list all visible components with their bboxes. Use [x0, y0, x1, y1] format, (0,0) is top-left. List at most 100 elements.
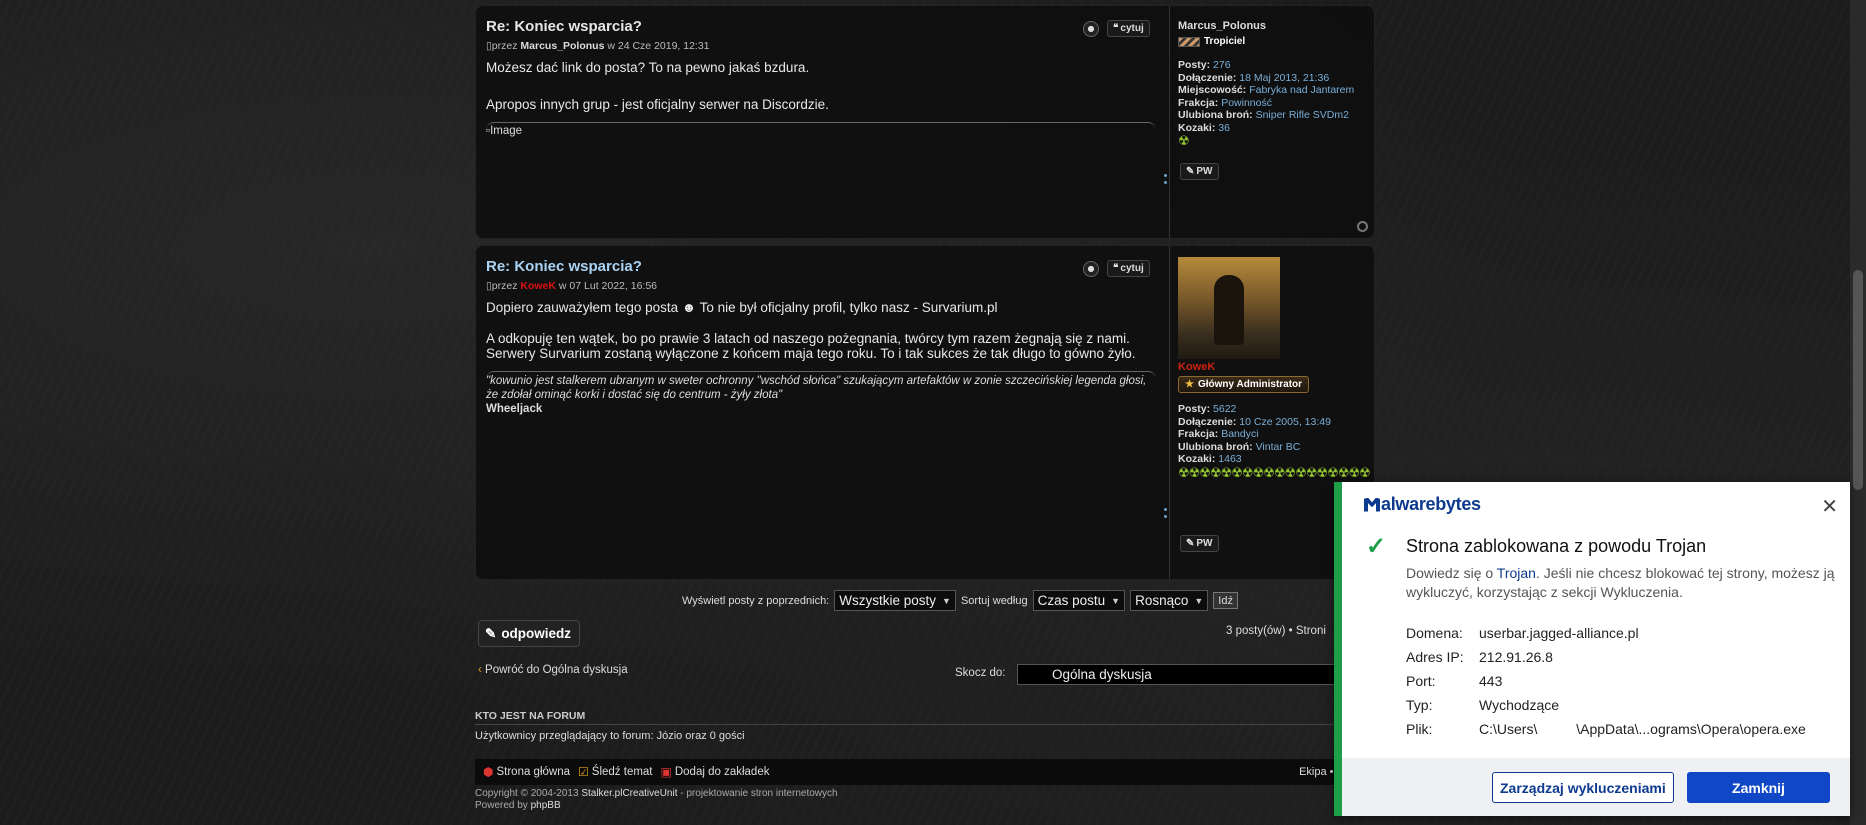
pw-button[interactable]: ✎ PW	[1180, 163, 1219, 180]
detail-value: C:\Users\ \AppData\...ograms\Opera\opera…	[1479, 721, 1806, 737]
rank-bar-icon	[1178, 36, 1200, 47]
reply-button[interactable]: ✎ odpowiedz	[478, 620, 581, 647]
quote-button[interactable]: ❝ cytuj	[1107, 20, 1150, 37]
profile-stats: Posty: 5622 Dołączenie: 10 Cze 2005, 13:…	[1178, 403, 1371, 480]
detail-key: Domena:	[1406, 625, 1463, 641]
back-label: Powróć do Ogólna dyskusja	[485, 664, 628, 676]
back-to-forum-link[interactable]: ‹ Powróć do Ogólna dyskusja	[478, 664, 628, 676]
detail-key: Port:	[1406, 673, 1436, 689]
rank-label: Tropiciel	[1204, 36, 1246, 47]
post-author-line: ▯przez Marcus_Polonus w 24 Cze 2019, 12:…	[486, 40, 1156, 52]
detail-row: Adres IP: 212.91.26.8	[1406, 645, 1806, 669]
footer-follow-link[interactable]: ☑ Śledź temat	[578, 765, 653, 779]
post-1: Re: Koniec wsparcia? ▯przez Marcus_Polon…	[475, 5, 1375, 239]
chevron-down-icon: ▼	[1111, 595, 1121, 606]
signature: "kowunio jest stalkerem ubranym w sweter…	[486, 374, 1156, 416]
post-paragraph: A odkopuję ten wątek, bo po prawie 3 lat…	[486, 331, 1136, 361]
pw-button[interactable]: ✎ PW	[1180, 535, 1219, 552]
stat-label: Frakcja:	[1178, 428, 1219, 440]
post-text: Dopiero zauważyłem tego posta	[486, 300, 679, 315]
trojan-link[interactable]: Trojan	[1497, 565, 1536, 581]
stat-location: Fabryka nad Jantarem	[1249, 84, 1355, 96]
dismiss-button[interactable]: Zamknij	[1687, 772, 1830, 803]
stat-label: Kozaki:	[1178, 121, 1216, 134]
detail-row: Domena: userbar.jagged-alliance.pl	[1406, 621, 1806, 645]
sort-by-label: Sortuj według	[960, 594, 1028, 607]
jump-to-select[interactable]: Ogólna dyskusja	[1017, 664, 1357, 685]
author-name[interactable]: KoweK	[520, 280, 556, 292]
stat-posts[interactable]: 5622	[1213, 403, 1236, 415]
footer-bookmark-link[interactable]: ▣ Dodaj do zakładek	[661, 765, 770, 779]
star-icon: ★	[1185, 379, 1194, 390]
profile-stats: Posty: 276 Dołączenie: 18 Maj 2013, 21:3…	[1178, 59, 1369, 147]
pencil-icon: ✎	[485, 625, 497, 641]
stat-label: Kozaki:	[1178, 453, 1216, 465]
stat-posts[interactable]: 276	[1213, 59, 1231, 71]
author-name[interactable]: Marcus_Polonus	[520, 40, 604, 52]
profile-username[interactable]: Marcus_Polonus	[1178, 20, 1369, 32]
notification-title: Strona zablokowana z powodu Trojan	[1406, 536, 1707, 556]
detail-value: 212.91.26.8	[1479, 649, 1553, 665]
bookmark-icon: ▣	[660, 765, 672, 779]
stat-label: Frakcja:	[1178, 96, 1219, 109]
stat-kozaki: 1463	[1218, 453, 1242, 465]
checkbox-icon: ☑	[578, 765, 589, 779]
stat-label: Posty:	[1178, 403, 1211, 415]
phpbb-link[interactable]: phpBB	[531, 800, 561, 811]
radiation-icons: ☢☢☢☢☢☢☢☢☢☢☢☢☢☢☢☢☢☢	[1178, 464, 1371, 480]
copyright: Copyright © 2004-2013 Stalker.plCreative…	[475, 788, 838, 812]
sort-order-select[interactable]: Rosnąco ▼	[1130, 590, 1209, 611]
show-posts-select[interactable]: Wszystkie posty ▼	[834, 590, 956, 611]
desc-text: Dowiedz się o	[1406, 565, 1494, 581]
sort-key-select[interactable]: Czas postu ▼	[1032, 590, 1126, 611]
post-text: To nie był oficjalny profil, tylko nasz …	[699, 300, 998, 315]
post-buttons: ● ❝ cytuj	[1083, 260, 1150, 277]
smiley-icon: ☻	[681, 300, 697, 315]
pw-label: PW	[1196, 166, 1213, 177]
post-title[interactable]: Re: Koniec wsparcia?	[486, 18, 1156, 35]
post-date: 24 Cze 2019, 12:31	[617, 40, 710, 52]
avatar[interactable]	[1178, 257, 1280, 359]
footer-home-link[interactable]: ⬢ Strona główna	[483, 765, 570, 779]
post-paragraph: Apropos innych grup - jest oficjalny ser…	[486, 97, 829, 112]
stat-faction: Bandyci	[1221, 428, 1259, 440]
copyright-site-link[interactable]: Stalker.plCreativeUnit	[581, 788, 677, 799]
page-scrollbar[interactable]	[1850, 0, 1866, 825]
go-button[interactable]: Idź	[1213, 592, 1238, 609]
quote-icon: ❝	[1113, 23, 1119, 34]
divider	[475, 724, 1375, 725]
date-prefix: w	[558, 280, 567, 292]
author-prefix: przez	[491, 280, 518, 292]
scrollbar-thumb[interactable]	[1853, 270, 1863, 490]
back-to-top-icon[interactable]	[1357, 221, 1368, 232]
post-content: Możesz dać link do posta? To na pewno ja…	[486, 60, 1156, 112]
detail-key: Plik:	[1406, 721, 1433, 737]
signature-author: Wheeljack	[486, 403, 543, 415]
date-prefix: w	[607, 40, 615, 52]
reply-label: odpowiedz	[501, 626, 572, 641]
stat-label: Dołączenie:	[1178, 71, 1237, 84]
footer-label: Strona główna	[496, 766, 571, 778]
jump-to-label: Skocz do:	[955, 667, 1006, 679]
stat-weapon: Sniper Rifle SVDm2	[1255, 109, 1349, 121]
stat-label: Dołączenie:	[1178, 415, 1237, 428]
report-icon[interactable]: ●	[1083, 20, 1099, 37]
report-icon[interactable]: ●	[1083, 260, 1099, 277]
quote-label: cytuj	[1120, 23, 1144, 34]
manage-exclusions-button[interactable]: Zarządzaj wykluczeniami	[1492, 772, 1674, 803]
malwarebytes-logo: alwarebytes	[1364, 494, 1481, 515]
post-buttons: ● ❝ cytuj	[1083, 20, 1150, 37]
stat-label: Posty:	[1178, 59, 1211, 71]
profile-username[interactable]: KoweK	[1178, 361, 1369, 373]
stat-kozaki: 36	[1218, 121, 1230, 134]
quote-icon: ❝	[1113, 263, 1119, 274]
post-title[interactable]: Re: Koniec wsparcia?	[486, 258, 1156, 275]
footer-bar: ⬢ Strona główna ☑ Śledź temat ▣ Dodaj do za…	[475, 759, 1375, 785]
profile-rank: ★ Główny Administrator	[1178, 376, 1310, 393]
post-body: Re: Koniec wsparcia? ▯przez KoweK w 07 L…	[486, 258, 1156, 416]
close-icon[interactable]: ✕	[1821, 494, 1838, 519]
quote-button[interactable]: ❝ cytuj	[1107, 260, 1150, 277]
who-is-online-title: KTO JEST NA FORUM	[475, 710, 586, 722]
post-paragraph: Możesz dać link do posta? To na pewno ja…	[486, 60, 810, 75]
stat-label: Ulubiona broń:	[1178, 440, 1253, 453]
